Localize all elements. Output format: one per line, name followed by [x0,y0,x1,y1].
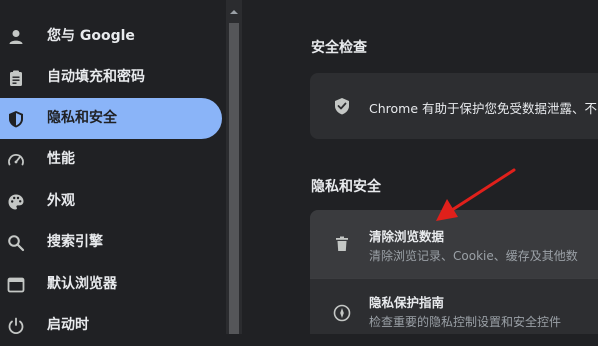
clipboard-icon [10,70,22,86]
browser-icon [7,277,25,293]
privacy-guide-title: 隐私保护指南 [369,295,445,310]
person-icon [9,30,23,44]
safety-check-card[interactable]: Chrome 有助于保护您免受数据泄露、不 [310,73,598,139]
sidebar-item-search-engine[interactable]: 搜索引擎 [0,222,222,263]
search-icon [8,235,25,252]
scroll-up-arrow-icon[interactable] [229,7,239,17]
shield-check-icon [335,98,349,115]
sidebar-item-label: 搜索引擎 [47,234,103,250]
sidebar-item-privacy-security[interactable]: 隐私和安全 [0,98,222,139]
privacy-guide-row[interactable]: 隐私保护指南 检查重要的隐私控制设置和安全控件 [310,279,598,334]
palette-icon [8,194,24,210]
sidebar-item-label: 默认浏览器 [47,276,117,292]
sidebar-item-label: 启动时 [47,317,89,333]
clear-browsing-data-row[interactable]: 清除浏览数据 清除浏览记录、Cookie、缓存及其他数 [310,210,598,278]
sidebar-item-on-startup[interactable]: 启动时 [0,305,222,346]
sidebar-item-label: 自动填充和密码 [47,69,145,85]
sidebar-item-default-browser[interactable]: 默认浏览器 [0,264,222,305]
sidebar-item-performance[interactable]: 性能 [0,139,222,180]
sidebar-item-label: 隐私和安全 [47,110,117,126]
sidebar-item-label: 性能 [47,151,75,167]
trash-icon [336,236,348,251]
privacy-guide-subtitle: 检查重要的隐私控制设置和安全控件 [369,315,562,329]
sidebar-item-label: 您与 Google [47,28,135,44]
clear-browsing-data-subtitle: 清除浏览记录、Cookie、缓存及其他数 [369,249,578,263]
sidebar-item-appearance[interactable]: 外观 [0,181,222,222]
safety-check-heading: 安全检查 [311,40,367,56]
settings-sidebar: 您与 Google 自动填充和密码 隐私和安全 性能 外观 搜索引擎 默认浏览器… [0,0,226,335]
safety-check-description: Chrome 有助于保护您免受数据泄露、不 [369,101,598,116]
privacy-security-card: 清除浏览数据 清除浏览记录、Cookie、缓存及其他数 隐私保护指南 检查重要的… [310,210,598,334]
privacy-security-heading: 隐私和安全 [311,179,381,195]
sidebar-item-you-and-google[interactable]: 您与 Google [0,16,222,57]
sidebar-item-autofill[interactable]: 自动填充和密码 [0,57,222,98]
scrollbar-thumb[interactable] [229,23,239,334]
shield-icon [9,111,23,128]
power-icon [8,317,24,335]
settings-main-panel: 安全检查 Chrome 有助于保护您免受数据泄露、不 隐私和安全 清除浏览数据 … [242,0,598,334]
compass-icon [333,304,351,322]
clear-browsing-data-title: 清除浏览数据 [369,229,445,244]
sidebar-item-label: 外观 [47,193,75,209]
speedometer-icon [8,154,24,166]
